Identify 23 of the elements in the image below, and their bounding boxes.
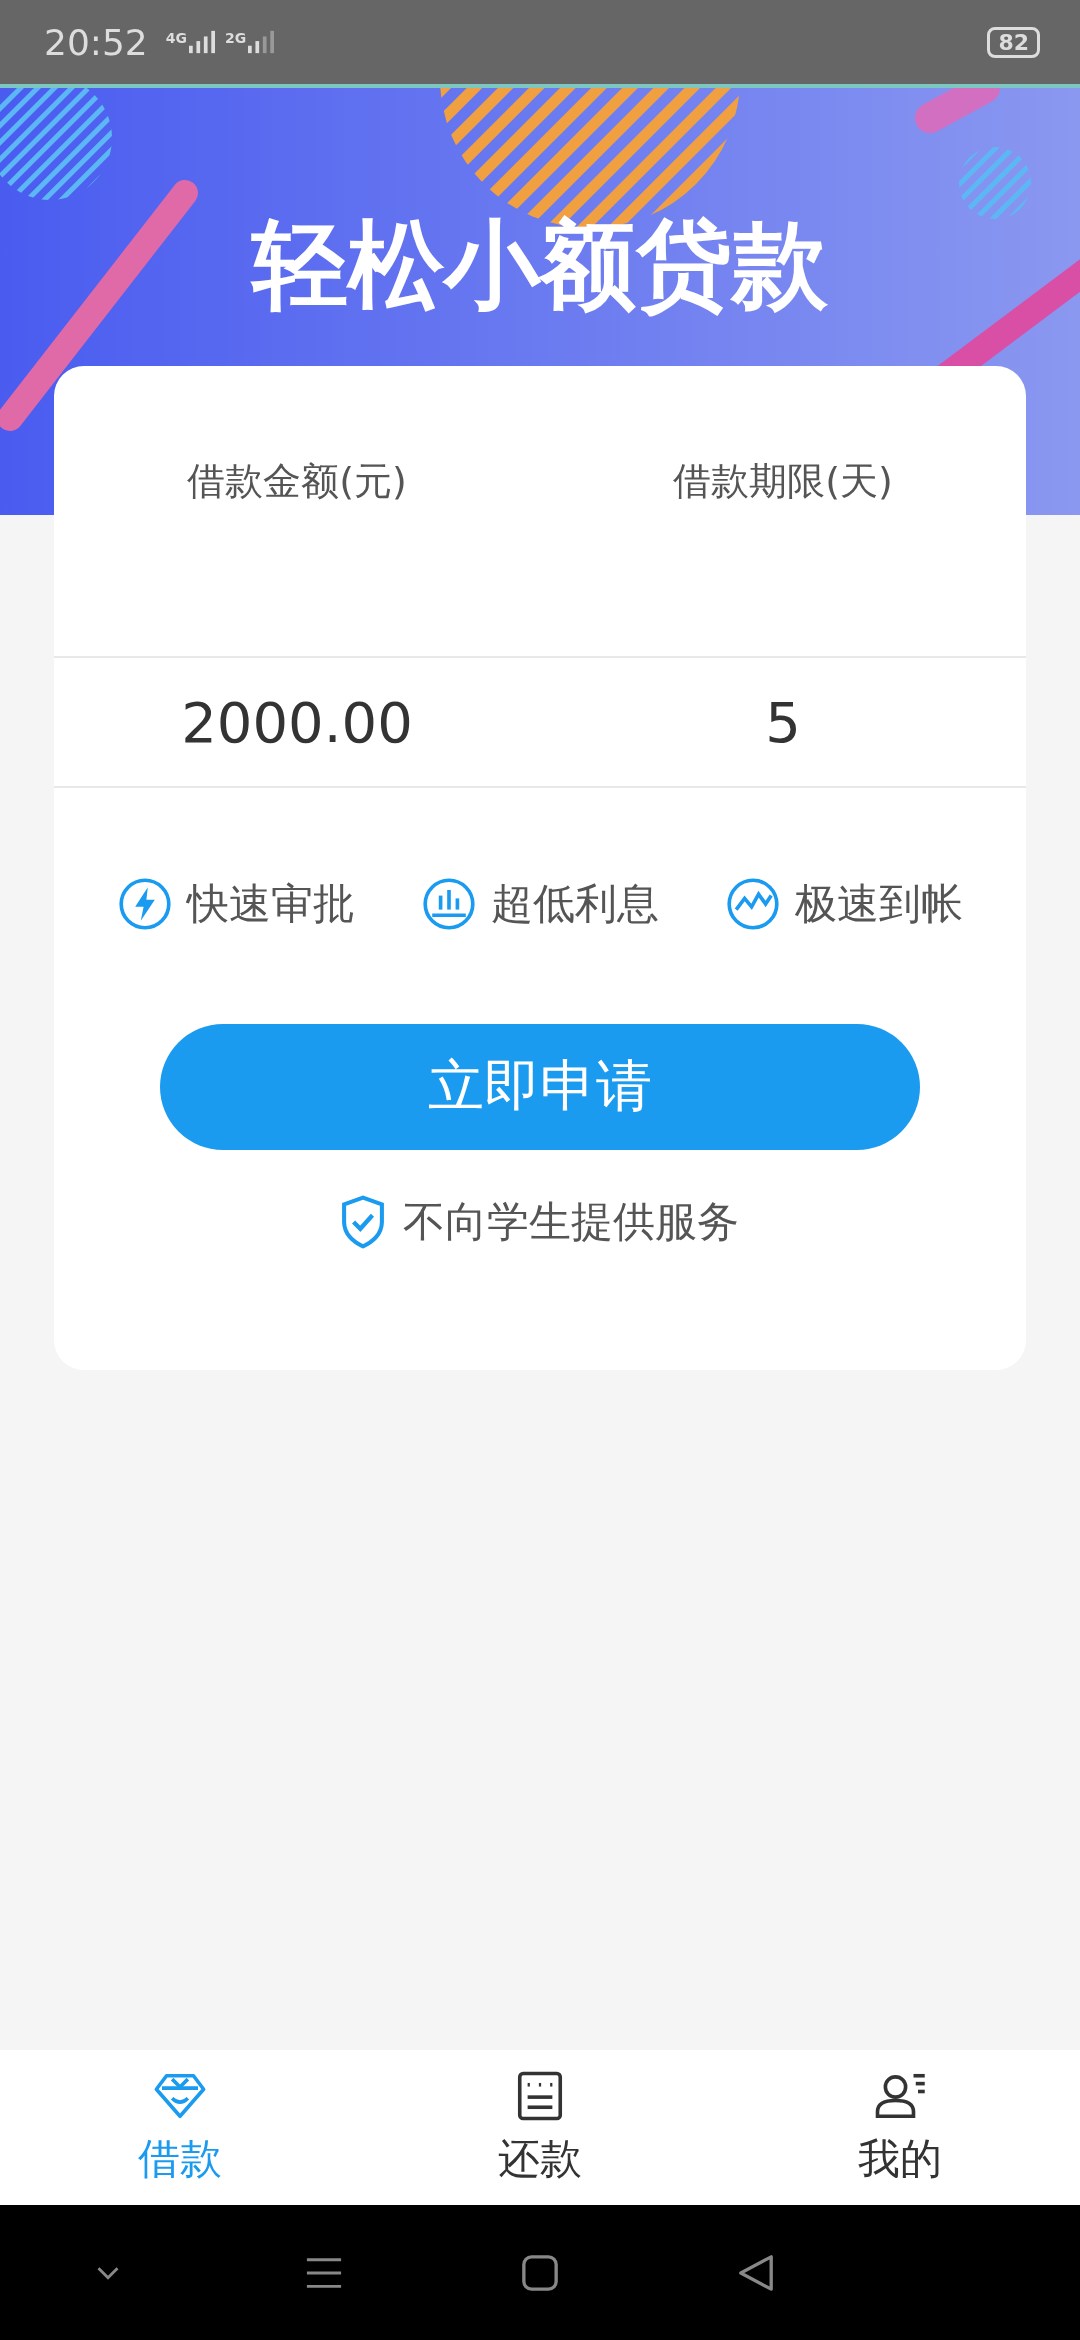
battery-indicator: 82	[987, 26, 1040, 58]
field-label: 借款期限(天)	[672, 458, 894, 505]
signal-icon	[189, 30, 215, 54]
field-label: 借款金额(元)	[186, 458, 408, 505]
home-icon[interactable]	[521, 2253, 559, 2292]
feature-label: 超低利息	[491, 878, 659, 930]
shield-check-icon	[341, 1195, 385, 1249]
bar-chart-icon	[421, 876, 477, 932]
lightning-icon	[117, 876, 173, 932]
field-value[interactable]: 2000.00	[54, 689, 540, 755]
tab[interactable]: 还款	[360, 2050, 720, 2205]
feature-label: 极速到帐	[795, 878, 963, 930]
network-label: 4G	[165, 30, 187, 46]
field-value[interactable]: 5	[540, 689, 1026, 755]
notice-text: 不向学生提供服务	[403, 1196, 739, 1248]
banner-title: 轻松小额贷款	[252, 208, 828, 323]
signal-icon	[248, 30, 275, 54]
tab[interactable]: 我的	[720, 2050, 1080, 2205]
status-time: 20:52	[44, 21, 148, 63]
line-chart-icon	[725, 876, 781, 932]
back-icon[interactable]	[737, 2253, 775, 2292]
network-label: 2G	[225, 30, 247, 46]
feature-label: 快速审批	[187, 878, 355, 930]
